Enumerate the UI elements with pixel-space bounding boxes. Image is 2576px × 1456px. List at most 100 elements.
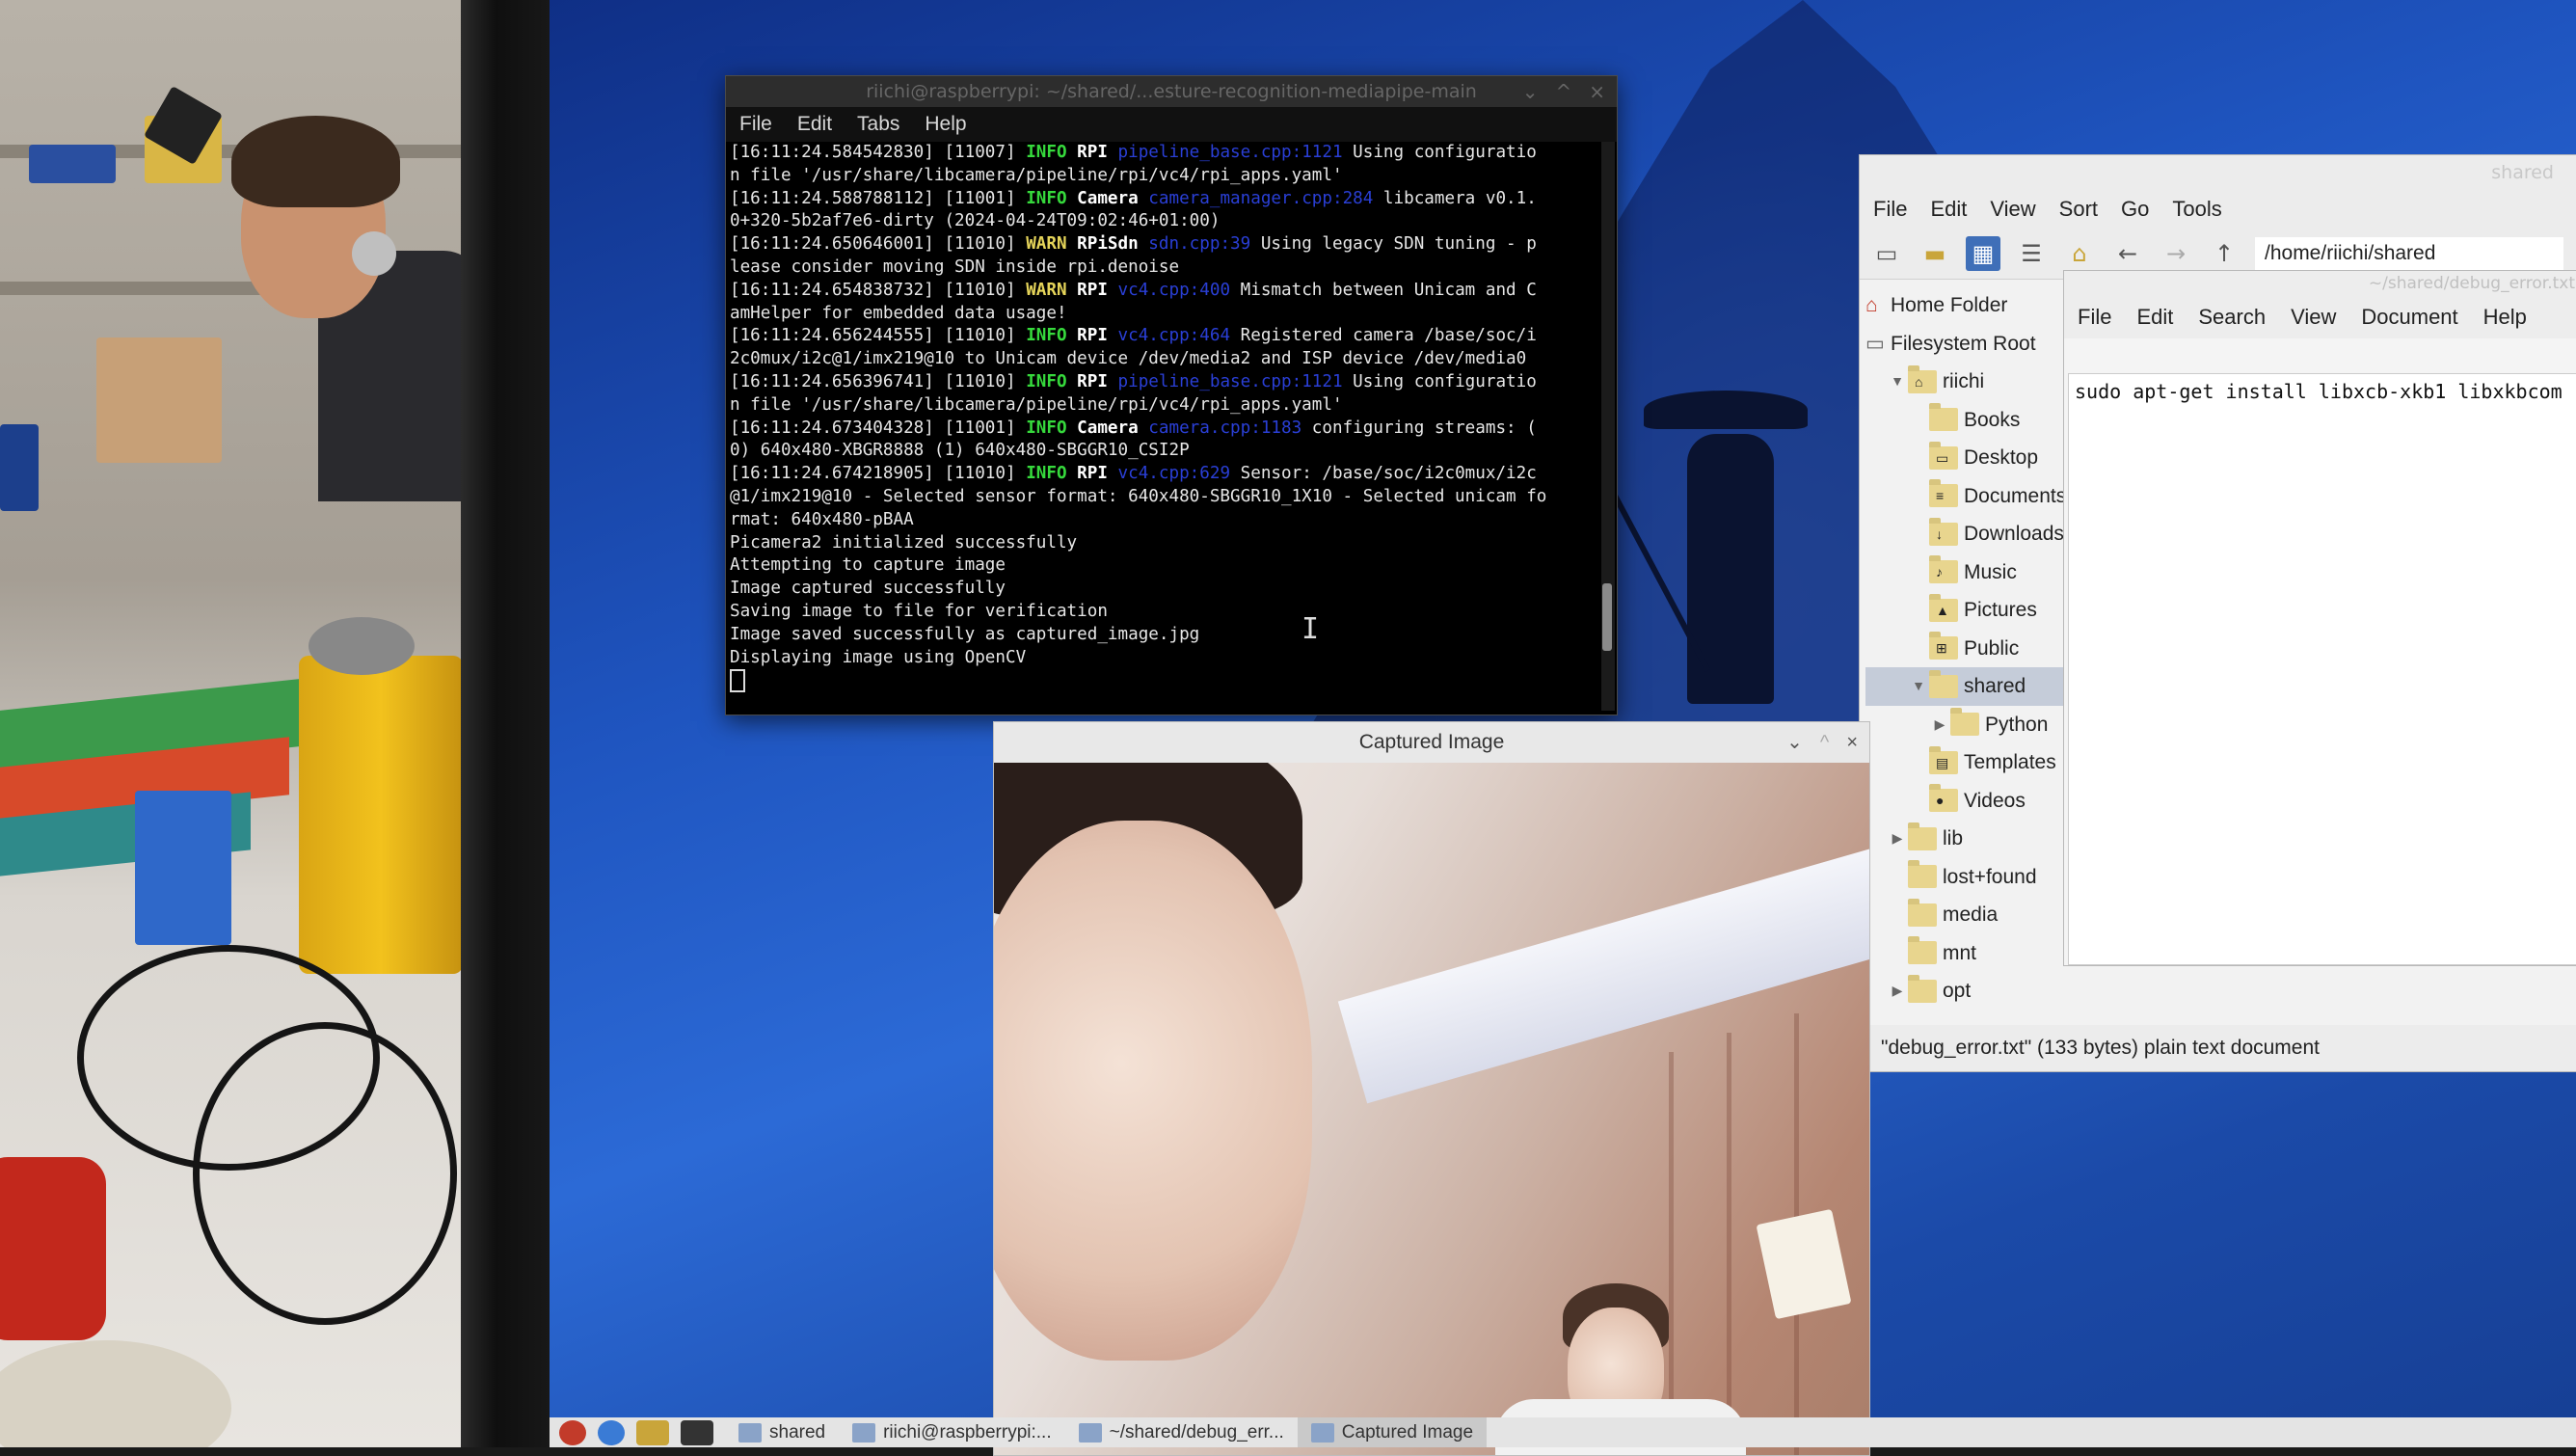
folder-icon xyxy=(1908,822,1937,850)
menu-file[interactable]: File xyxy=(739,107,772,142)
terminal-line: [16:11:24.584542830] [11007] INFO RPI pi… xyxy=(730,142,1597,165)
maximize-icon[interactable]: ^ xyxy=(1820,722,1829,763)
menu-edit[interactable]: Edit xyxy=(2136,296,2173,338)
menu-tools[interactable]: Tools xyxy=(2172,190,2221,229)
terminal-output[interactable]: [16:11:24.584542830] [11007] INFO RPI pi… xyxy=(730,142,1597,711)
tree-item-python[interactable]: ▶ Python xyxy=(1865,706,2068,744)
terminal-icon[interactable] xyxy=(681,1419,713,1445)
up-arrow-icon[interactable]: ↑ xyxy=(2207,236,2241,271)
text-editor-window[interactable]: ~/shared/debug_error.txt File Edit Searc… xyxy=(2063,270,2576,966)
tree-item-templates[interactable]: ▤ Templates xyxy=(1865,743,2068,782)
menu-edit[interactable]: Edit xyxy=(1930,190,1967,229)
folder-emblem-icon: ⌂ xyxy=(1915,373,1923,390)
directory-tree: ⌂ Home Folder ▭ Filesystem Root ▼ ⌂ riichi… xyxy=(1865,286,2068,1011)
close-icon[interactable]: × xyxy=(1846,722,1858,763)
expander-icon[interactable]: ▼ xyxy=(1908,667,1929,706)
folder-icon: ▭ xyxy=(1929,441,1958,470)
folder-icon xyxy=(1929,669,1958,698)
menu-view[interactable]: View xyxy=(1990,190,2035,229)
expander-icon[interactable]: ▶ xyxy=(1887,820,1908,858)
home-icon[interactable]: ⌂ xyxy=(2062,236,2097,271)
menu-sort[interactable]: Sort xyxy=(2059,190,2098,229)
tree-item-mnt[interactable]: mnt xyxy=(1865,934,2068,973)
menu-file[interactable]: File xyxy=(1873,190,1907,229)
terminal-token: INFO xyxy=(1026,326,1067,346)
tree-item-lost-found[interactable]: lost+found xyxy=(1865,858,2068,897)
tree-item-books[interactable]: Books xyxy=(1865,401,2068,440)
forward-arrow-icon[interactable]: → xyxy=(2159,236,2193,271)
taskbar-item[interactable]: shared xyxy=(725,1417,839,1447)
terminal-prompt[interactable] xyxy=(730,669,1597,693)
chevron-down-icon[interactable]: ⌄ xyxy=(1522,76,1539,107)
terminal-token: RPI xyxy=(1077,326,1108,346)
wristwatch xyxy=(352,231,396,276)
icon-view-icon[interactable]: ▦ xyxy=(1966,236,2000,271)
place-filesystem-root[interactable]: ▭ Filesystem Root xyxy=(1865,325,2068,364)
back-arrow-icon[interactable]: ← xyxy=(2110,236,2145,271)
tree-item-lib[interactable]: ▶ lib xyxy=(1865,820,2068,858)
tree-item-shared[interactable]: ▼ shared xyxy=(1865,667,2068,706)
folder-icon[interactable] xyxy=(636,1419,669,1445)
captured-image-window[interactable]: Captured Image ⌄ ^ × xyxy=(993,721,1870,1456)
menu-file[interactable]: File xyxy=(2078,296,2111,338)
terminal-token: Camera xyxy=(1077,418,1139,438)
tree-item-opt[interactable]: ▶ opt xyxy=(1865,972,2068,1011)
yellow-tumbler xyxy=(299,656,463,974)
terminal-scrollbar[interactable] xyxy=(1601,142,1615,711)
terminal-titlebar[interactable]: riichi@raspberrypi: ~/shared/...esture-r… xyxy=(726,76,1617,107)
tree-item-downloads[interactable]: ↓ Downloads xyxy=(1865,515,2068,553)
taskbar-item[interactable]: Captured Image xyxy=(1297,1417,1488,1447)
folder-icon: ⌂ xyxy=(1908,364,1937,393)
menu-help[interactable]: Help xyxy=(2483,296,2527,338)
expander-icon[interactable]: ▼ xyxy=(1887,363,1908,401)
file-manager-titlebar[interactable]: shared xyxy=(1860,155,2576,190)
menu-search[interactable]: Search xyxy=(2198,296,2266,338)
expander-icon[interactable]: ▶ xyxy=(1887,972,1908,1011)
expander-icon[interactable]: ▶ xyxy=(1929,706,1950,744)
menu-tabs[interactable]: Tabs xyxy=(857,107,899,142)
close-icon[interactable]: × xyxy=(1589,76,1605,107)
terminal-token: INFO xyxy=(1026,464,1067,484)
editor-titlebar[interactable]: ~/shared/debug_error.txt xyxy=(2064,271,2576,296)
terminal-text: Attempting to capture image xyxy=(730,555,1006,576)
tree-item-public[interactable]: ⊞ Public xyxy=(1865,630,2068,668)
menu-go[interactable]: Go xyxy=(2121,190,2149,229)
tree-item-desktop[interactable]: ▭ Desktop xyxy=(1865,439,2068,477)
terminal-line: Attempting to capture image xyxy=(730,554,1597,578)
menu-help[interactable]: Help xyxy=(925,107,966,142)
terminal-token: RPI xyxy=(1077,280,1108,300)
maximize-icon[interactable]: ^ xyxy=(1555,76,1571,107)
tree-item-riichi[interactable]: ▼ ⌂ riichi xyxy=(1865,363,2068,401)
terminal-text: Using legacy SDN tuning - p xyxy=(1250,234,1537,255)
path-input[interactable] xyxy=(2255,237,2563,270)
taskbar-window-list: shared riichi@raspberrypi:... ~/shared/deb… xyxy=(725,1417,1488,1447)
taskbar-item[interactable]: ~/shared/debug_err... xyxy=(1065,1417,1298,1447)
place-home-folder[interactable]: ⌂ Home Folder xyxy=(1865,286,2068,325)
captured-image-title: Captured Image xyxy=(1358,731,1505,753)
window-icon xyxy=(738,1422,762,1443)
tree-item-pictures[interactable]: ▲ Pictures xyxy=(1865,591,2068,630)
tree-item-media[interactable]: media xyxy=(1865,896,2068,934)
scrollbar-thumb[interactable] xyxy=(1602,583,1612,651)
menu-edit[interactable]: Edit xyxy=(797,107,832,142)
terminal-token: RPI xyxy=(1077,143,1108,162)
taskbar-item[interactable]: riichi@raspberrypi:... xyxy=(839,1417,1065,1447)
new-folder-icon[interactable]: ▬ xyxy=(1918,236,1952,271)
menu-view[interactable]: View xyxy=(2291,296,2336,338)
terminal-window[interactable]: riichi@raspberrypi: ~/shared/...esture-r… xyxy=(725,75,1618,715)
browser-icon[interactable] xyxy=(598,1419,625,1445)
captured-image-titlebar[interactable]: Captured Image ⌄ ^ × xyxy=(994,722,1869,763)
chevron-down-icon[interactable]: ⌄ xyxy=(1786,722,1803,763)
tree-item-music[interactable]: ♪ Music xyxy=(1865,553,2068,592)
tree-item-label: shared xyxy=(1964,675,2026,697)
raspberry-menu-icon[interactable] xyxy=(559,1419,586,1445)
folder-icon xyxy=(1908,898,1937,927)
list-view-icon[interactable]: ☰ xyxy=(2014,236,2049,271)
text-cursor-icon: I xyxy=(1301,612,1320,646)
tree-item-videos[interactable]: ● Videos xyxy=(1865,782,2068,821)
new-window-icon[interactable]: ▭ xyxy=(1869,236,1904,271)
menu-document[interactable]: Document xyxy=(2361,296,2457,338)
editor-text-area[interactable]: sudo apt-get install libxcb-xkb1 libxkbc… xyxy=(2068,373,2576,965)
tree-item-documents[interactable]: ≡ Documents xyxy=(1865,477,2068,516)
